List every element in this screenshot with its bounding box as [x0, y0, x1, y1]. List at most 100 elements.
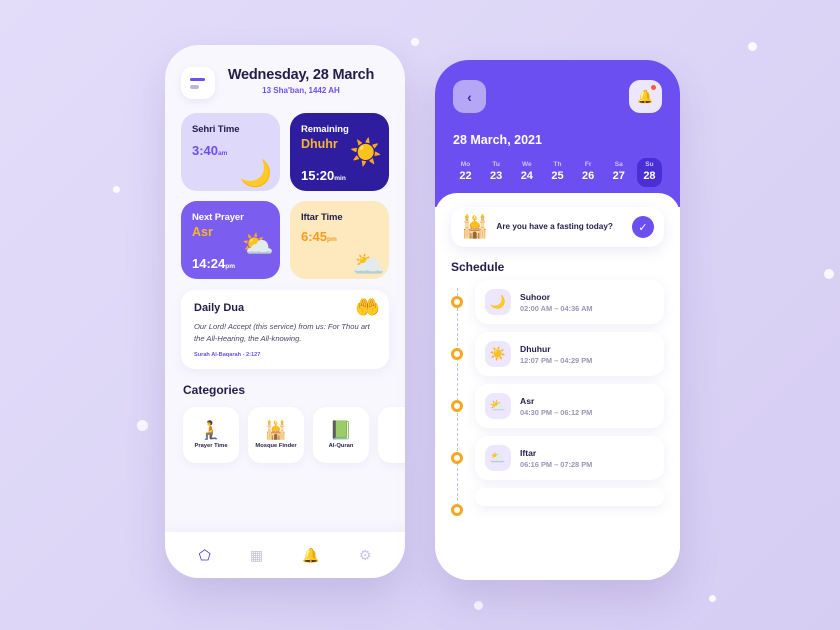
notification-badge [651, 85, 656, 90]
crescent-moon-icon: 🌙 [239, 158, 272, 188]
week-day-name: Mo [460, 161, 471, 168]
right-phone-screen: ‹ 🔔 28 March, 2021 Mo 22 Tu 23 We 24 Th [435, 60, 680, 580]
chevron-left-icon: ‹ [467, 88, 472, 105]
week-day-number: 26 [582, 170, 595, 182]
praying-hands-icon: 🤲 [355, 297, 380, 319]
bell-icon: 🔔 [637, 88, 654, 104]
week-day-name: Fr [584, 161, 592, 168]
schedule-item-asr[interactable]: ⛅ Asr 04:30 PM – 06:12 PM [451, 384, 664, 428]
menu-icon-short-bar [190, 85, 199, 89]
week-day-name: Sa [614, 161, 623, 168]
schedule-name: Iftar [520, 447, 537, 458]
menu-icon [190, 77, 205, 81]
schedule-item-partial[interactable] [451, 488, 664, 516]
week-day-name: Th [553, 161, 562, 168]
schedule-name: Suhoor [520, 291, 551, 302]
decorative-dot [709, 595, 716, 602]
week-day-we[interactable]: We 24 [514, 158, 539, 187]
quran-book-icon: 📗 [329, 419, 353, 440]
category-label: Al-Quran [328, 442, 354, 449]
schedule-item-suhoor[interactable]: 🌙 Suhoor 02:00 AM – 04:36 AM [451, 280, 664, 324]
dua-title: Daily Dua [194, 302, 245, 314]
card-label: Remaining [301, 124, 349, 135]
selected-date: 28 March, 2021 [453, 133, 542, 147]
sun-behind-cloud-icon: ⛅ [485, 393, 511, 419]
category-partial[interactable] [378, 406, 405, 463]
sehri-time-card[interactable]: Sehri Time 3:40am 🌙 [181, 113, 280, 191]
week-day-number: 25 [551, 170, 564, 182]
menu-button[interactable] [181, 67, 215, 99]
category-mosque-finder[interactable]: 🕌 Mosque Finder [248, 406, 304, 463]
week-day-name: Su [645, 161, 654, 168]
category-prayer-time[interactable]: 🧎 Prayer Time [183, 406, 239, 463]
week-day-name: Tu [492, 161, 500, 168]
card-time: 6:45pm [301, 229, 337, 244]
back-button[interactable]: ‹ [453, 80, 486, 113]
daily-dua-card[interactable]: 🤲 Daily Dua Our Lord! Accept (this servi… [181, 290, 389, 369]
mosque-night-icon: 🕌 [461, 214, 489, 239]
schedule-item-iftar[interactable]: 🌥️ Iftar 06:16 PM – 07:28 PM [451, 436, 664, 480]
check-circle-icon[interactable]: ✓ [632, 216, 654, 238]
card-label: Iftar Time [301, 212, 343, 223]
week-day-number: 27 [612, 170, 625, 182]
week-day-mo[interactable]: Mo 22 [453, 158, 478, 187]
remaining-dhuhr-card[interactable]: Remaining Dhuhr 15:20min ☀️ [290, 113, 389, 191]
week-day-name: We [521, 161, 532, 168]
card-time: 14:24pm [192, 256, 235, 271]
sun-icon: ☀️ [349, 137, 382, 167]
week-day-number: 28 [643, 170, 656, 182]
card-label: Next Prayer [192, 212, 244, 223]
calendar-icon[interactable]: ▦ [250, 548, 263, 562]
week-day-su-selected[interactable]: Su 28 [636, 158, 662, 187]
card-time: 3:40am [192, 143, 228, 158]
week-strip[interactable]: Mo 22 Tu 23 We 24 Th 25 Fr 26 Sa 27 Su 2… [453, 158, 662, 187]
next-prayer-card[interactable]: Next Prayer Asr 14:24pm ⛅ [181, 201, 280, 279]
week-day-tu[interactable]: Tu 23 [484, 158, 509, 187]
decorative-dot [824, 269, 834, 279]
crescent-moon-icon: 🌙 [485, 289, 511, 315]
notifications-button[interactable]: 🔔 [629, 80, 662, 113]
sun-behind-cloud-fog-icon: 🌥️ [352, 249, 385, 279]
iftar-time-card[interactable]: Iftar Time 6:45pm 🌥️ [290, 201, 389, 279]
category-label: Prayer Time [194, 442, 228, 449]
timeline-marker [451, 452, 463, 464]
date-heading-group: Wednesday, 28 March 13 Sha'ban, 1442 AH [225, 67, 389, 95]
schedule-time: 12:07 PM – 04:29 PM [520, 355, 593, 365]
bottom-tab-bar[interactable]: ⬠ ▦ 🔔 ⚙ [165, 532, 405, 578]
week-day-sa[interactable]: Sa 27 [606, 158, 631, 187]
right-header: ‹ 🔔 28 March, 2021 Mo 22 Tu 23 We 24 Th [435, 60, 680, 207]
decorative-dot [411, 38, 419, 46]
categories-row[interactable]: 🧎 Prayer Time 🕌 Mosque Finder 📗 Al-Quran [165, 397, 405, 463]
categories-title: Categories [183, 382, 246, 397]
decorative-dot [474, 601, 483, 610]
schedule-name: Asr [520, 395, 535, 406]
fasting-prompt-card[interactable]: 🕌 Are you have a fasting today? ✓ [451, 207, 664, 247]
schedule-timeline: 🌙 Suhoor 02:00 AM – 04:36 AM ☀️ Dhuhur 1… [451, 280, 664, 516]
left-header: Wednesday, 28 March 13 Sha'ban, 1442 AH [165, 45, 405, 99]
dua-reference: Surah Al-Baqarah - 2:127 [194, 351, 261, 358]
week-day-number: 23 [490, 170, 503, 182]
bell-icon[interactable]: 🔔 [302, 548, 319, 562]
gear-icon[interactable]: ⚙ [359, 548, 372, 562]
person-praying-icon: 🧎 [199, 419, 223, 440]
timeline-marker [451, 400, 463, 412]
schedule-time: 06:16 PM – 07:28 PM [520, 459, 593, 469]
time-cards-grid: Sehri Time 3:40am 🌙 Remaining Dhuhr 15:2… [165, 99, 405, 279]
schedule-item-dhuhur[interactable]: ☀️ Dhuhur 12:07 PM – 04:29 PM [451, 332, 664, 376]
timeline-marker [451, 348, 463, 360]
week-day-th[interactable]: Th 25 [545, 158, 570, 187]
week-day-number: 24 [520, 170, 533, 182]
schedule-title: Schedule [451, 260, 505, 274]
decorative-dot [113, 186, 120, 193]
week-day-fr[interactable]: Fr 26 [576, 158, 601, 187]
decorative-dot [137, 420, 148, 431]
hijri-date: 13 Sha'ban, 1442 AH [262, 86, 340, 95]
fasting-prompt-text: Are you have a fasting today? [496, 221, 613, 231]
category-al-quran[interactable]: 📗 Al-Quran [313, 406, 369, 463]
header-actions: ‹ 🔔 [453, 80, 662, 113]
card-time: 15:20min [301, 168, 346, 183]
home-icon[interactable]: ⬠ [199, 548, 211, 562]
decorative-dot [748, 42, 757, 51]
schedule-name: Dhuhur [520, 343, 551, 354]
timeline-marker [451, 296, 463, 308]
